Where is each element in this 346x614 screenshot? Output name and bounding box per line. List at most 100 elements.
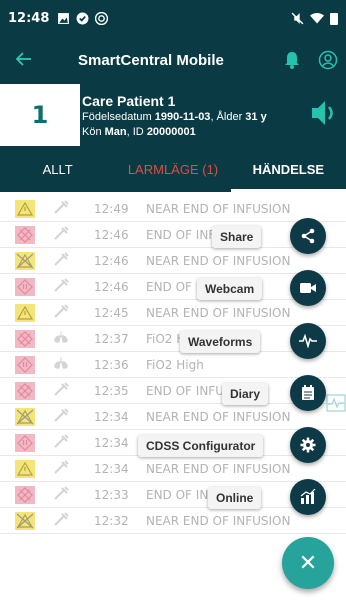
syringe-icon: [50, 434, 72, 451]
warning-icon: [14, 459, 36, 479]
patient-dob-line: Födelsedatum 1990-11-03, Ålder 31 y: [82, 110, 267, 125]
age-value: 31 y: [245, 111, 267, 123]
sex-label: Kön: [82, 126, 105, 138]
tab-events[interactable]: HÄNDELSE: [230, 150, 346, 192]
syringe-icon: [50, 252, 72, 269]
fab-label-cdss-configurator[interactable]: CDSS Configurator: [138, 435, 264, 457]
fab-label-waveforms[interactable]: Waveforms: [180, 331, 261, 353]
bar-chart-icon: [300, 489, 316, 505]
syringe-icon: [50, 226, 72, 243]
speaker-icon[interactable]: [310, 98, 338, 133]
fab-label-share[interactable]: Share: [212, 226, 262, 248]
share-icon: [300, 228, 316, 244]
warning-icon: [14, 303, 36, 323]
age-label: , Ålder: [210, 111, 246, 123]
bed-number: 1: [0, 84, 80, 146]
close-fab-button[interactable]: ✕: [282, 537, 334, 589]
patient-id-line: Kön Man, ID 20000001: [82, 125, 267, 140]
fab-share-button[interactable]: [290, 218, 326, 254]
id-value: 20000001: [146, 126, 196, 138]
event-row[interactable]: 12:46 NEAR END OF INFUSION: [0, 248, 346, 274]
app-bar: SmartCentral Mobile: [0, 36, 346, 84]
waveform-edge-icon: [326, 394, 346, 415]
alarm-icon: [14, 433, 36, 453]
event-message: NEAR END OF INFUSION: [146, 305, 291, 320]
video-camera-icon: [300, 282, 316, 294]
fab-waveforms-button[interactable]: [290, 323, 326, 359]
wifi-icon: [310, 12, 324, 23]
fab-label-online[interactable]: Online: [208, 487, 262, 509]
status-right-icons: [291, 12, 338, 25]
syringe-icon: [50, 278, 72, 295]
event-time: 12:34: [94, 461, 129, 476]
event-message: NEAR END OF INFUSION: [146, 201, 291, 216]
event-time: 12:35: [94, 383, 129, 398]
alarm-icon: [14, 381, 36, 401]
close-icon: ✕: [298, 550, 318, 575]
event-row[interactable]: 12:34 NEAR END OF INFUSION: [0, 404, 346, 430]
lungs-icon: [50, 356, 72, 373]
muted-warning-icon: [14, 407, 36, 427]
alarm-icon: [14, 355, 36, 375]
syringe-icon: [50, 382, 72, 399]
syringe-icon: [50, 304, 72, 321]
tab-alarm-mode[interactable]: LARMLÄGE (1): [115, 150, 230, 192]
event-time: 12:45: [94, 305, 129, 320]
event-time: 12:46: [94, 253, 129, 268]
warning-icon: [14, 199, 36, 219]
event-row[interactable]: 12:45 NEAR END OF INFUSION: [0, 300, 346, 326]
alarm-icon: [14, 225, 36, 245]
event-message: NEAR END OF INFUSION: [146, 253, 291, 268]
status-time: 12:48: [8, 10, 50, 26]
event-message: NEAR END OF INFUSION: [146, 513, 291, 528]
fab-diary-button[interactable]: [290, 375, 326, 411]
event-time: 12:46: [94, 279, 129, 294]
fab-cdss-configurator-button[interactable]: [290, 427, 326, 463]
back-arrow-icon[interactable]: [0, 49, 48, 72]
fab-online-button[interactable]: [290, 479, 326, 515]
event-time: 12:32: [94, 513, 129, 528]
muted-warning-icon: [14, 511, 36, 531]
battery-icon: [330, 12, 338, 25]
gear-icon: [300, 437, 316, 453]
dob-value: 1990-11-03: [154, 111, 211, 123]
syringe-icon: [50, 408, 72, 425]
event-time: 12:34: [94, 409, 129, 424]
fab-label-webcam[interactable]: Webcam: [197, 278, 263, 300]
id-label: , ID: [126, 126, 147, 138]
check-circle-icon: [76, 12, 89, 24]
dob-label: Födelsedatum: [82, 111, 155, 123]
event-row[interactable]: 12:32 NEAR END OF INFUSION: [0, 508, 346, 534]
bell-icon[interactable]: [274, 51, 310, 69]
tab-bar: ALLT LARMLÄGE (1) HÄNDELSE: [0, 150, 346, 192]
lungs-icon: [50, 330, 72, 347]
event-message: NEAR END OF INFUSION: [146, 461, 291, 476]
event-time: 12:49: [94, 201, 129, 216]
alarm-icon: [14, 329, 36, 349]
event-message: FiO2 High: [146, 357, 204, 372]
syringe-icon: [50, 486, 72, 503]
app-title: SmartCentral Mobile: [78, 51, 224, 69]
tab-all[interactable]: ALLT: [0, 150, 115, 192]
syringe-icon: [50, 460, 72, 477]
event-time: 12:33: [94, 487, 129, 502]
status-bar: 12:48: [0, 0, 346, 36]
diary-icon: [301, 385, 315, 401]
event-time: 12:36: [94, 357, 129, 372]
patient-info: Care Patient 1 Födelsedatum 1990-11-03, …: [82, 92, 267, 140]
event-row[interactable]: 12:36 FiO2 High: [0, 352, 346, 378]
alarm-icon: [14, 277, 36, 297]
fab-label-diary[interactable]: Diary: [222, 383, 269, 405]
image-icon: [58, 12, 70, 24]
fab-webcam-button[interactable]: [290, 270, 326, 306]
event-row[interactable]: 12:49 NEAR END OF INFUSION: [0, 196, 346, 222]
event-time: 12:46: [94, 227, 129, 242]
event-row[interactable]: 12:34 NEAR END OF INFUSION: [0, 456, 346, 482]
mute-icon: [291, 12, 304, 24]
user-profile-icon[interactable]: [310, 50, 346, 70]
patient-header: 1 Care Patient 1 Födelsedatum 1990-11-03…: [0, 84, 346, 150]
syringe-icon: [50, 200, 72, 217]
patient-name: Care Patient 1: [82, 93, 176, 109]
event-time: 12:34: [94, 435, 129, 450]
waveform-icon: [299, 334, 317, 348]
